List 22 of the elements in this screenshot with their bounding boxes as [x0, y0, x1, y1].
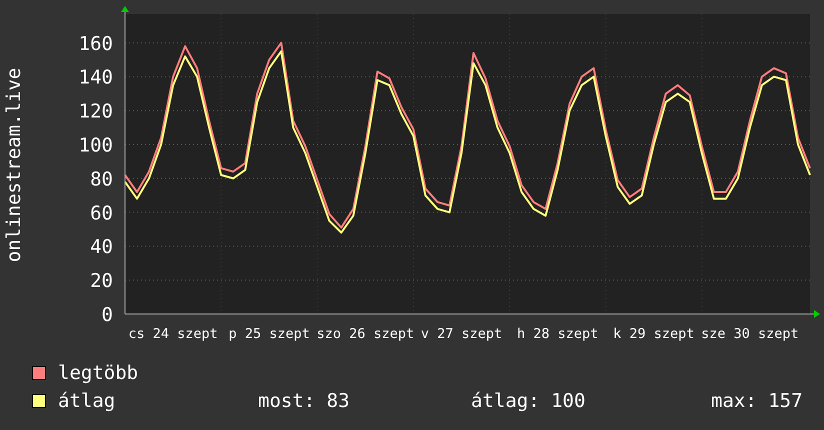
- y-tick-label: 20: [90, 270, 113, 292]
- y-tick-label: 140: [78, 66, 113, 89]
- y-tick-label: 100: [78, 134, 113, 156]
- y-tick-label: 160: [78, 32, 113, 55]
- y-tick-label: 60: [90, 202, 113, 224]
- y-tick-label: 0: [102, 304, 113, 326]
- stat-value: max: 157: [711, 389, 803, 414]
- stat-value: átlag: 100: [471, 389, 586, 414]
- legend-label: átlag: [58, 389, 116, 414]
- legend-label: legtöbb: [58, 361, 140, 386]
- x-tick-label: cs 24 szept: [128, 326, 218, 342]
- y-tick-label: 120: [78, 100, 113, 123]
- x-tick-label: v 27 szept: [420, 326, 502, 342]
- y-axis-label: onlinestream.live: [3, 68, 25, 262]
- x-tick-label: h 28 szept: [517, 326, 598, 342]
- x-tick-label: p 25 szept: [228, 326, 310, 342]
- y-tick-label: 40: [90, 236, 113, 258]
- y-tick-label: 80: [90, 168, 113, 190]
- x-tick-label: sze 30 szept: [701, 326, 799, 342]
- x-tick-label: szo 26 szept: [316, 326, 414, 342]
- x-tick-label: k 29 szept: [613, 326, 694, 342]
- stat-value: most: 83: [258, 389, 351, 414]
